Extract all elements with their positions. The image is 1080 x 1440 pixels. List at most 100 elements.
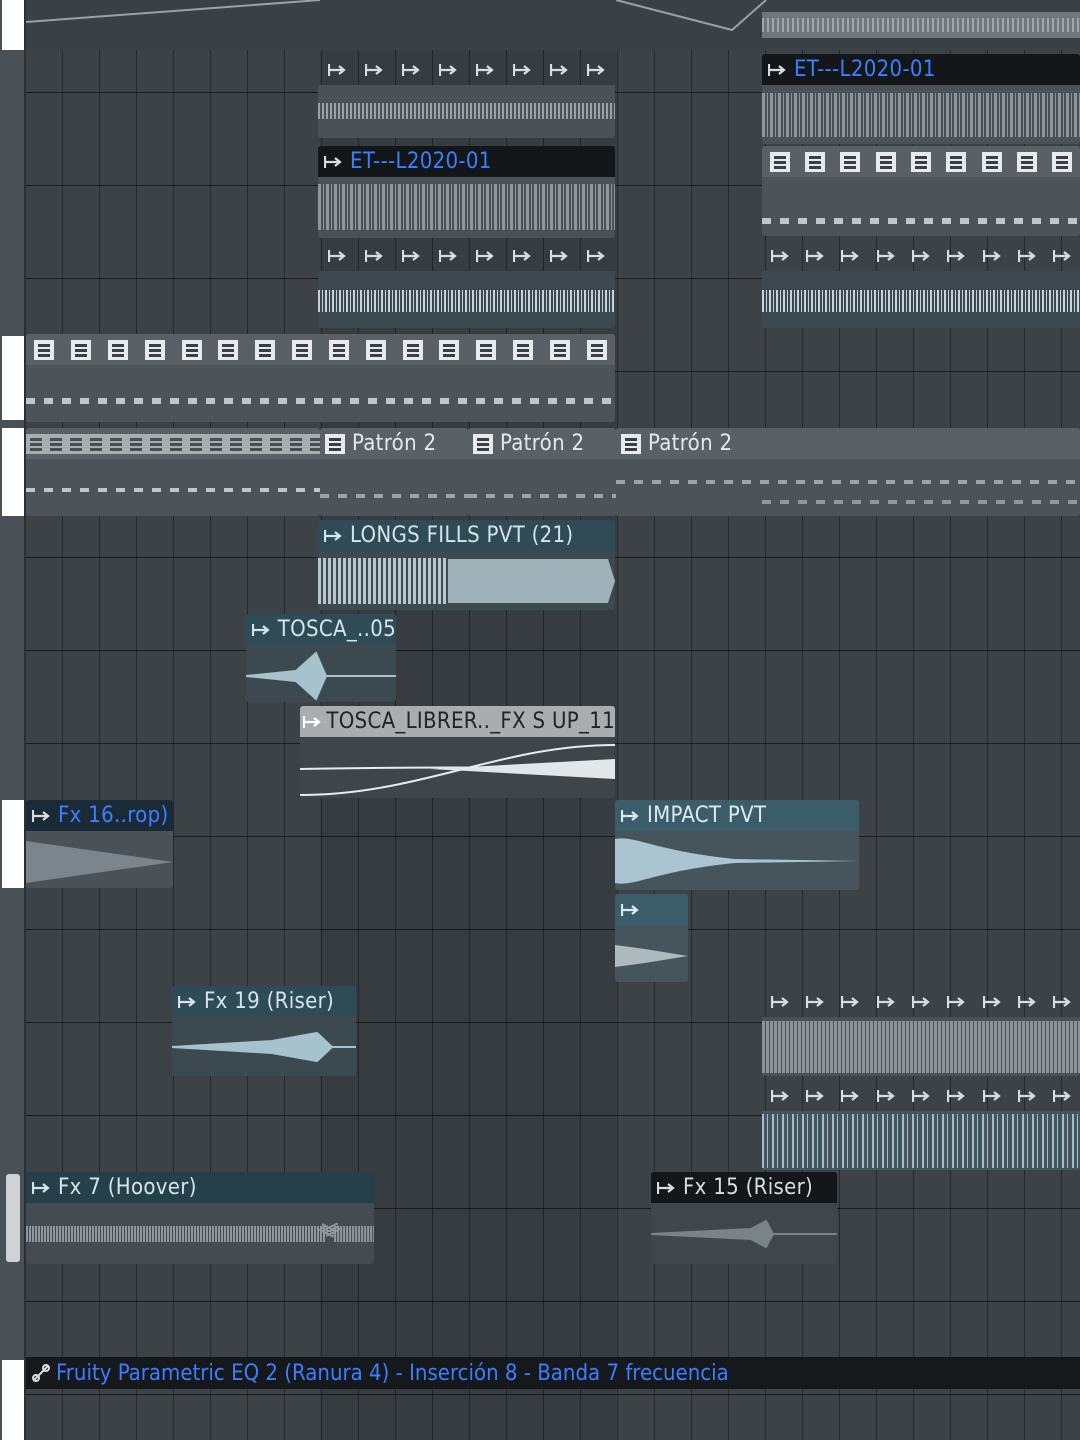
audio-clip[interactable]	[318, 240, 615, 328]
audio-clip-icon	[1009, 1089, 1044, 1103]
audio-clip-icon	[318, 249, 355, 263]
audio-clip[interactable]	[318, 54, 615, 138]
audio-clip-icon	[466, 63, 503, 77]
audio-clip-tosca[interactable]: TOSCA_..05	[246, 614, 396, 702]
audio-clip[interactable]	[762, 1080, 1080, 1170]
pattern-clip-patron[interactable]: Patrón 2	[468, 428, 616, 516]
audio-clip-fx15[interactable]: Fx 15 (Riser)	[651, 1172, 837, 1264]
audio-clip-icon	[974, 1089, 1009, 1103]
track-select-marker[interactable]	[2, 0, 24, 50]
clip-title: TOSCA_..05	[277, 617, 396, 642]
audio-clip-longs-fills[interactable]: LONGS FILLS PVT (21)	[318, 520, 615, 610]
audio-clip-icon	[26, 803, 56, 829]
audio-clip-et[interactable]: ET---L2020-01	[318, 146, 615, 238]
track-select-marker[interactable]	[2, 428, 24, 516]
track-select-marker[interactable]	[2, 336, 24, 420]
pattern-icon	[63, 334, 100, 365]
audio-clip-icon	[318, 149, 348, 175]
pattern-icon	[616, 431, 646, 457]
clip-header-icons	[762, 240, 1080, 271]
audio-clip[interactable]	[762, 240, 1080, 328]
clip-title: Patrón 2	[500, 431, 585, 456]
track-selector-strip[interactable]	[0, 0, 26, 1440]
pattern-icon	[284, 334, 321, 365]
clip-header-icons	[762, 986, 1080, 1017]
pattern-clip[interactable]	[26, 334, 615, 422]
pattern-icon	[505, 334, 542, 365]
clip-title: Patrón 2	[648, 431, 733, 456]
pattern-icon	[357, 334, 394, 365]
pattern-icon	[833, 146, 868, 177]
audio-clip-icon	[868, 1089, 903, 1103]
playlist-view: ET---L2020-01 ET---L2020-01 Patrón 2 Pat…	[0, 0, 1080, 1440]
pattern-clip[interactable]	[762, 146, 1080, 236]
pattern-icon	[46, 428, 66, 459]
audio-clip-fx16[interactable]: Fx 16..rop)	[26, 800, 173, 888]
audio-clip-icon	[503, 63, 540, 77]
audio-clip-impact[interactable]: IMPACT PVT	[615, 800, 859, 890]
audio-clip-icon	[503, 249, 540, 263]
audio-clip-icon	[1045, 995, 1080, 1009]
audio-clip-icon	[939, 1089, 974, 1103]
audio-clip-icon	[903, 249, 938, 263]
pattern-icon	[247, 334, 284, 365]
pattern-icon	[146, 428, 166, 459]
clip-header-icons	[26, 428, 320, 459]
clip-title: Fx 15 (Riser)	[683, 1175, 814, 1200]
audio-clip-icon	[615, 897, 645, 923]
audio-clip-fx19[interactable]: Fx 19 (Riser)	[172, 986, 356, 1076]
track-select-marker[interactable]	[2, 800, 24, 888]
pattern-icon	[1045, 146, 1080, 177]
audio-clip-et[interactable]: ET---L2020-01	[762, 54, 1080, 144]
audio-clip-icon	[318, 63, 355, 77]
audio-clip-icon	[868, 249, 903, 263]
track-select-marker[interactable]	[2, 1360, 24, 1440]
audio-clip-icon	[797, 249, 832, 263]
pattern-icon	[797, 146, 832, 177]
audio-clip-icon	[300, 709, 324, 735]
clip-header-icons	[318, 54, 615, 85]
audio-clip[interactable]	[762, 986, 1080, 1076]
pattern-icon	[186, 428, 206, 459]
track-select-marker[interactable]	[6, 1174, 20, 1262]
pattern-icon	[431, 334, 468, 365]
pattern-icon	[26, 428, 46, 459]
pattern-icon	[286, 428, 306, 459]
pattern-icon	[762, 146, 797, 177]
pattern-clip-patron[interactable]: Patrón 2	[320, 428, 468, 516]
audio-clip-icon	[1009, 249, 1044, 263]
pattern-clip-patron[interactable]: Patrón 2	[616, 428, 1080, 516]
pattern-icon	[166, 428, 186, 459]
audio-clip-icon	[355, 63, 392, 77]
audio-clip-icon	[974, 995, 1009, 1009]
automation-clip-eq[interactable]: Fruity Parametric EQ 2 (Ranura 4) - Inse…	[26, 1357, 1080, 1389]
pattern-icon	[66, 428, 86, 459]
automation-clip-top[interactable]	[26, 0, 1080, 50]
pattern-icon	[266, 428, 286, 459]
pattern-icon	[320, 431, 350, 457]
audio-clip-icon	[1009, 995, 1044, 1009]
audio-clip-icon	[540, 63, 577, 77]
pattern-icon	[939, 146, 974, 177]
audio-clip-icon	[577, 249, 614, 263]
clip-title: Patrón 2	[352, 431, 437, 456]
audio-clip-tosca-librer[interactable]: TOSCA_LIBRER.._FX S UP_11	[300, 706, 615, 798]
audio-clip-icon	[355, 249, 392, 263]
audio-clip-icon	[797, 995, 832, 1009]
audio-clip-icon	[903, 1089, 938, 1103]
audio-clip-icon	[762, 57, 792, 83]
audio-clip-icon	[318, 523, 348, 549]
pattern-icon	[26, 334, 63, 365]
audio-clip-icon	[540, 249, 577, 263]
audio-clip-small[interactable]	[615, 894, 688, 982]
pattern-clip[interactable]	[26, 428, 320, 516]
audio-clip-fx7[interactable]: Fx 7 (Hoover)	[26, 1172, 374, 1264]
pattern-icon	[468, 334, 505, 365]
audio-clip-icon	[868, 995, 903, 1009]
pattern-icon	[246, 428, 266, 459]
clip-header-icons	[26, 334, 615, 365]
pattern-icon	[868, 146, 903, 177]
pattern-icon	[468, 431, 498, 457]
clip-header-icons	[762, 146, 1080, 177]
pattern-icon	[226, 428, 246, 459]
